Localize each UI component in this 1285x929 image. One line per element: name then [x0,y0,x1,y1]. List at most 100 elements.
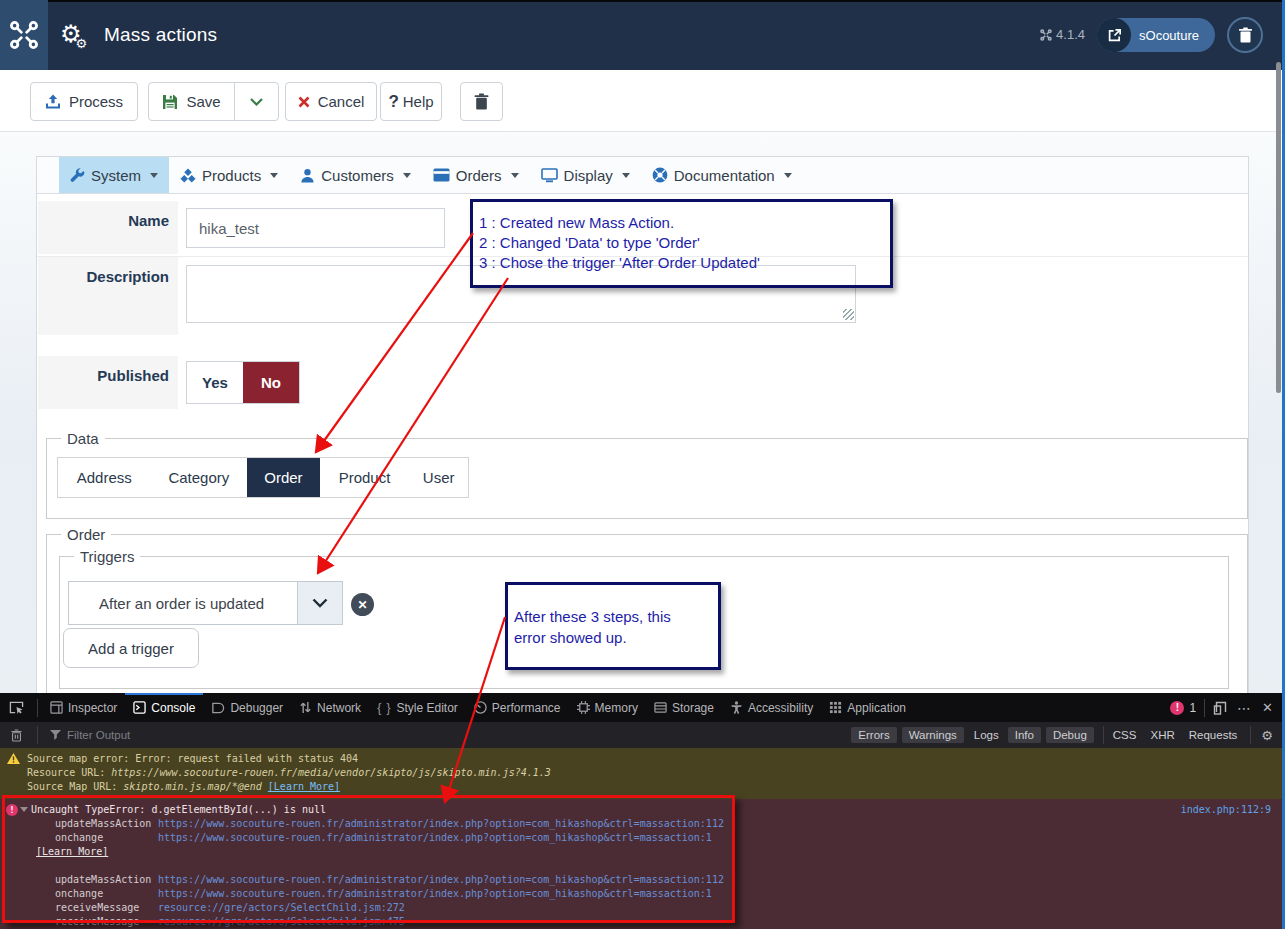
devtools-close-button[interactable]: ✕ [1262,700,1273,715]
devtools-tab-network[interactable]: Network [291,693,369,722]
separator [37,699,38,717]
error-count-badge[interactable]: ! 1 [1170,701,1196,715]
monitor-icon [541,168,558,183]
published-no-button[interactable]: No [243,362,299,403]
trash-icon [11,729,22,742]
name-label: Name [38,201,178,254]
joomla-version-icon [1040,29,1052,41]
view-site-button[interactable]: sOcouture [1097,18,1215,52]
tab-orders[interactable]: Orders [422,157,530,193]
warning-resource-url: https://www.socouture-rouen.fr/media/ven… [111,767,551,778]
process-button[interactable]: Process [30,82,138,121]
chevron-down-icon [511,173,519,178]
annotation-box-steps: 1 : Created new Mass Action. 2 : Changed… [470,199,893,288]
page-title: Mass actions [104,24,217,46]
name-input[interactable] [186,208,445,248]
tab-documentation[interactable]: Documentation [641,157,803,193]
settings-gear-icon[interactable]: ⚙ [1261,728,1273,743]
published-label: Published [38,356,178,409]
data-fieldset: Data Address Category Order Product User [46,438,1248,519]
trash-icon [1238,27,1253,43]
published-yes-button[interactable]: Yes [187,362,243,403]
lifebuoy-icon [652,167,668,183]
data-type-order[interactable]: Order [247,458,320,497]
header-trash-button[interactable] [1227,17,1263,53]
wrench-icon [70,168,85,183]
gauge-icon [474,701,487,714]
delete-button[interactable] [460,82,503,121]
separator [1250,726,1251,744]
select-chevron[interactable] [297,582,342,624]
devtools-tab-inspector[interactable]: Inspector [42,693,125,722]
error-badge-icon: ! [1170,701,1184,715]
user-icon [300,168,315,183]
triggers-legend: Triggers [74,548,140,565]
data-type-category[interactable]: Category [151,458,248,497]
filter-placeholder: Filter Output [67,729,130,741]
tab-customers[interactable]: Customers [289,157,422,193]
data-type-address[interactable]: Address [58,458,151,497]
chevron-down-icon [784,173,792,178]
devtools-tab-console[interactable]: Console [125,693,203,722]
x-icon [298,96,310,108]
chevron-down-icon [312,598,328,608]
filter-info[interactable]: Info [1008,727,1041,743]
devtools-tab-accessibility[interactable]: Accessibility [722,693,821,722]
filter-input[interactable]: Filter Output [50,729,851,741]
filter-logs[interactable]: Logs [969,727,1004,743]
chevron-down-icon [250,98,263,106]
data-type-user[interactable]: User [409,458,468,497]
save-dropdown-toggle[interactable] [234,82,279,121]
external-link-icon [1097,18,1131,52]
data-type-product[interactable]: Product [320,458,410,497]
published-toggle: Yes No [186,361,300,404]
help-button[interactable]: ? Help [380,82,442,121]
cancel-button[interactable]: Cancel [285,82,377,121]
trash-icon [474,93,489,110]
filter-requests[interactable]: Requests [1184,727,1243,743]
tab-products[interactable]: Products [169,157,289,193]
devtools-menu-button[interactable]: ⋯ [1237,700,1252,716]
tab-system[interactable]: System [59,157,169,193]
save-button[interactable]: Save [148,82,235,121]
learn-more-link[interactable]: [Learn More] [268,781,340,792]
filter-warnings[interactable]: Warnings [902,727,964,743]
clear-console-button[interactable] [0,729,33,742]
scrollbar-thumb[interactable] [1276,62,1281,393]
data-type-group: Address Category Order Product User [57,457,469,498]
error-location-link[interactable]: index.php:112:9 [1181,803,1271,817]
devtools-tab-application[interactable]: Application [821,693,914,722]
devtools-filterbar: Filter Output Errors Warnings Logs Info … [0,722,1285,748]
filter-debug[interactable]: Debug [1046,727,1094,743]
responsive-mode-button[interactable] [1213,701,1227,715]
responsive-icon [1213,701,1227,715]
remove-trigger-button[interactable]: ✕ [351,593,374,616]
devtools-tabbar: Inspector Console Debugger Network { } S… [0,693,1285,722]
devtools-tab-memory[interactable]: Memory [569,693,646,722]
console-warning: Source map error: Error: request failed … [0,748,1285,799]
question-icon: ? [388,92,398,112]
tab-display[interactable]: Display [530,157,641,193]
devtools-tab-style-editor[interactable]: { } Style Editor [369,693,466,722]
filter-icon [50,730,61,740]
joomla-logo[interactable] [0,0,48,70]
storage-icon [654,701,667,714]
filter-xhr[interactable]: XHR [1145,727,1179,743]
site-name: sOcouture [1139,28,1199,43]
pick-element-button[interactable] [0,700,33,715]
save-icon [162,94,178,110]
window-top-edge [0,0,1285,2]
console-icon [133,701,146,714]
debugger-icon [211,702,225,714]
devtools-tab-debugger[interactable]: Debugger [203,693,291,722]
chevron-down-icon [403,173,411,178]
trigger-select[interactable]: After an order is updated [68,581,343,625]
add-trigger-button[interactable]: Add a trigger [63,628,199,668]
chip-icon [577,701,590,714]
filter-errors[interactable]: Errors [851,727,896,743]
devtools-tab-storage[interactable]: Storage [646,693,722,722]
filter-css[interactable]: CSS [1108,727,1142,743]
trigger-select-value: After an order is updated [69,595,297,612]
resize-grip[interactable] [843,309,854,320]
devtools-tab-performance[interactable]: Performance [466,693,569,722]
